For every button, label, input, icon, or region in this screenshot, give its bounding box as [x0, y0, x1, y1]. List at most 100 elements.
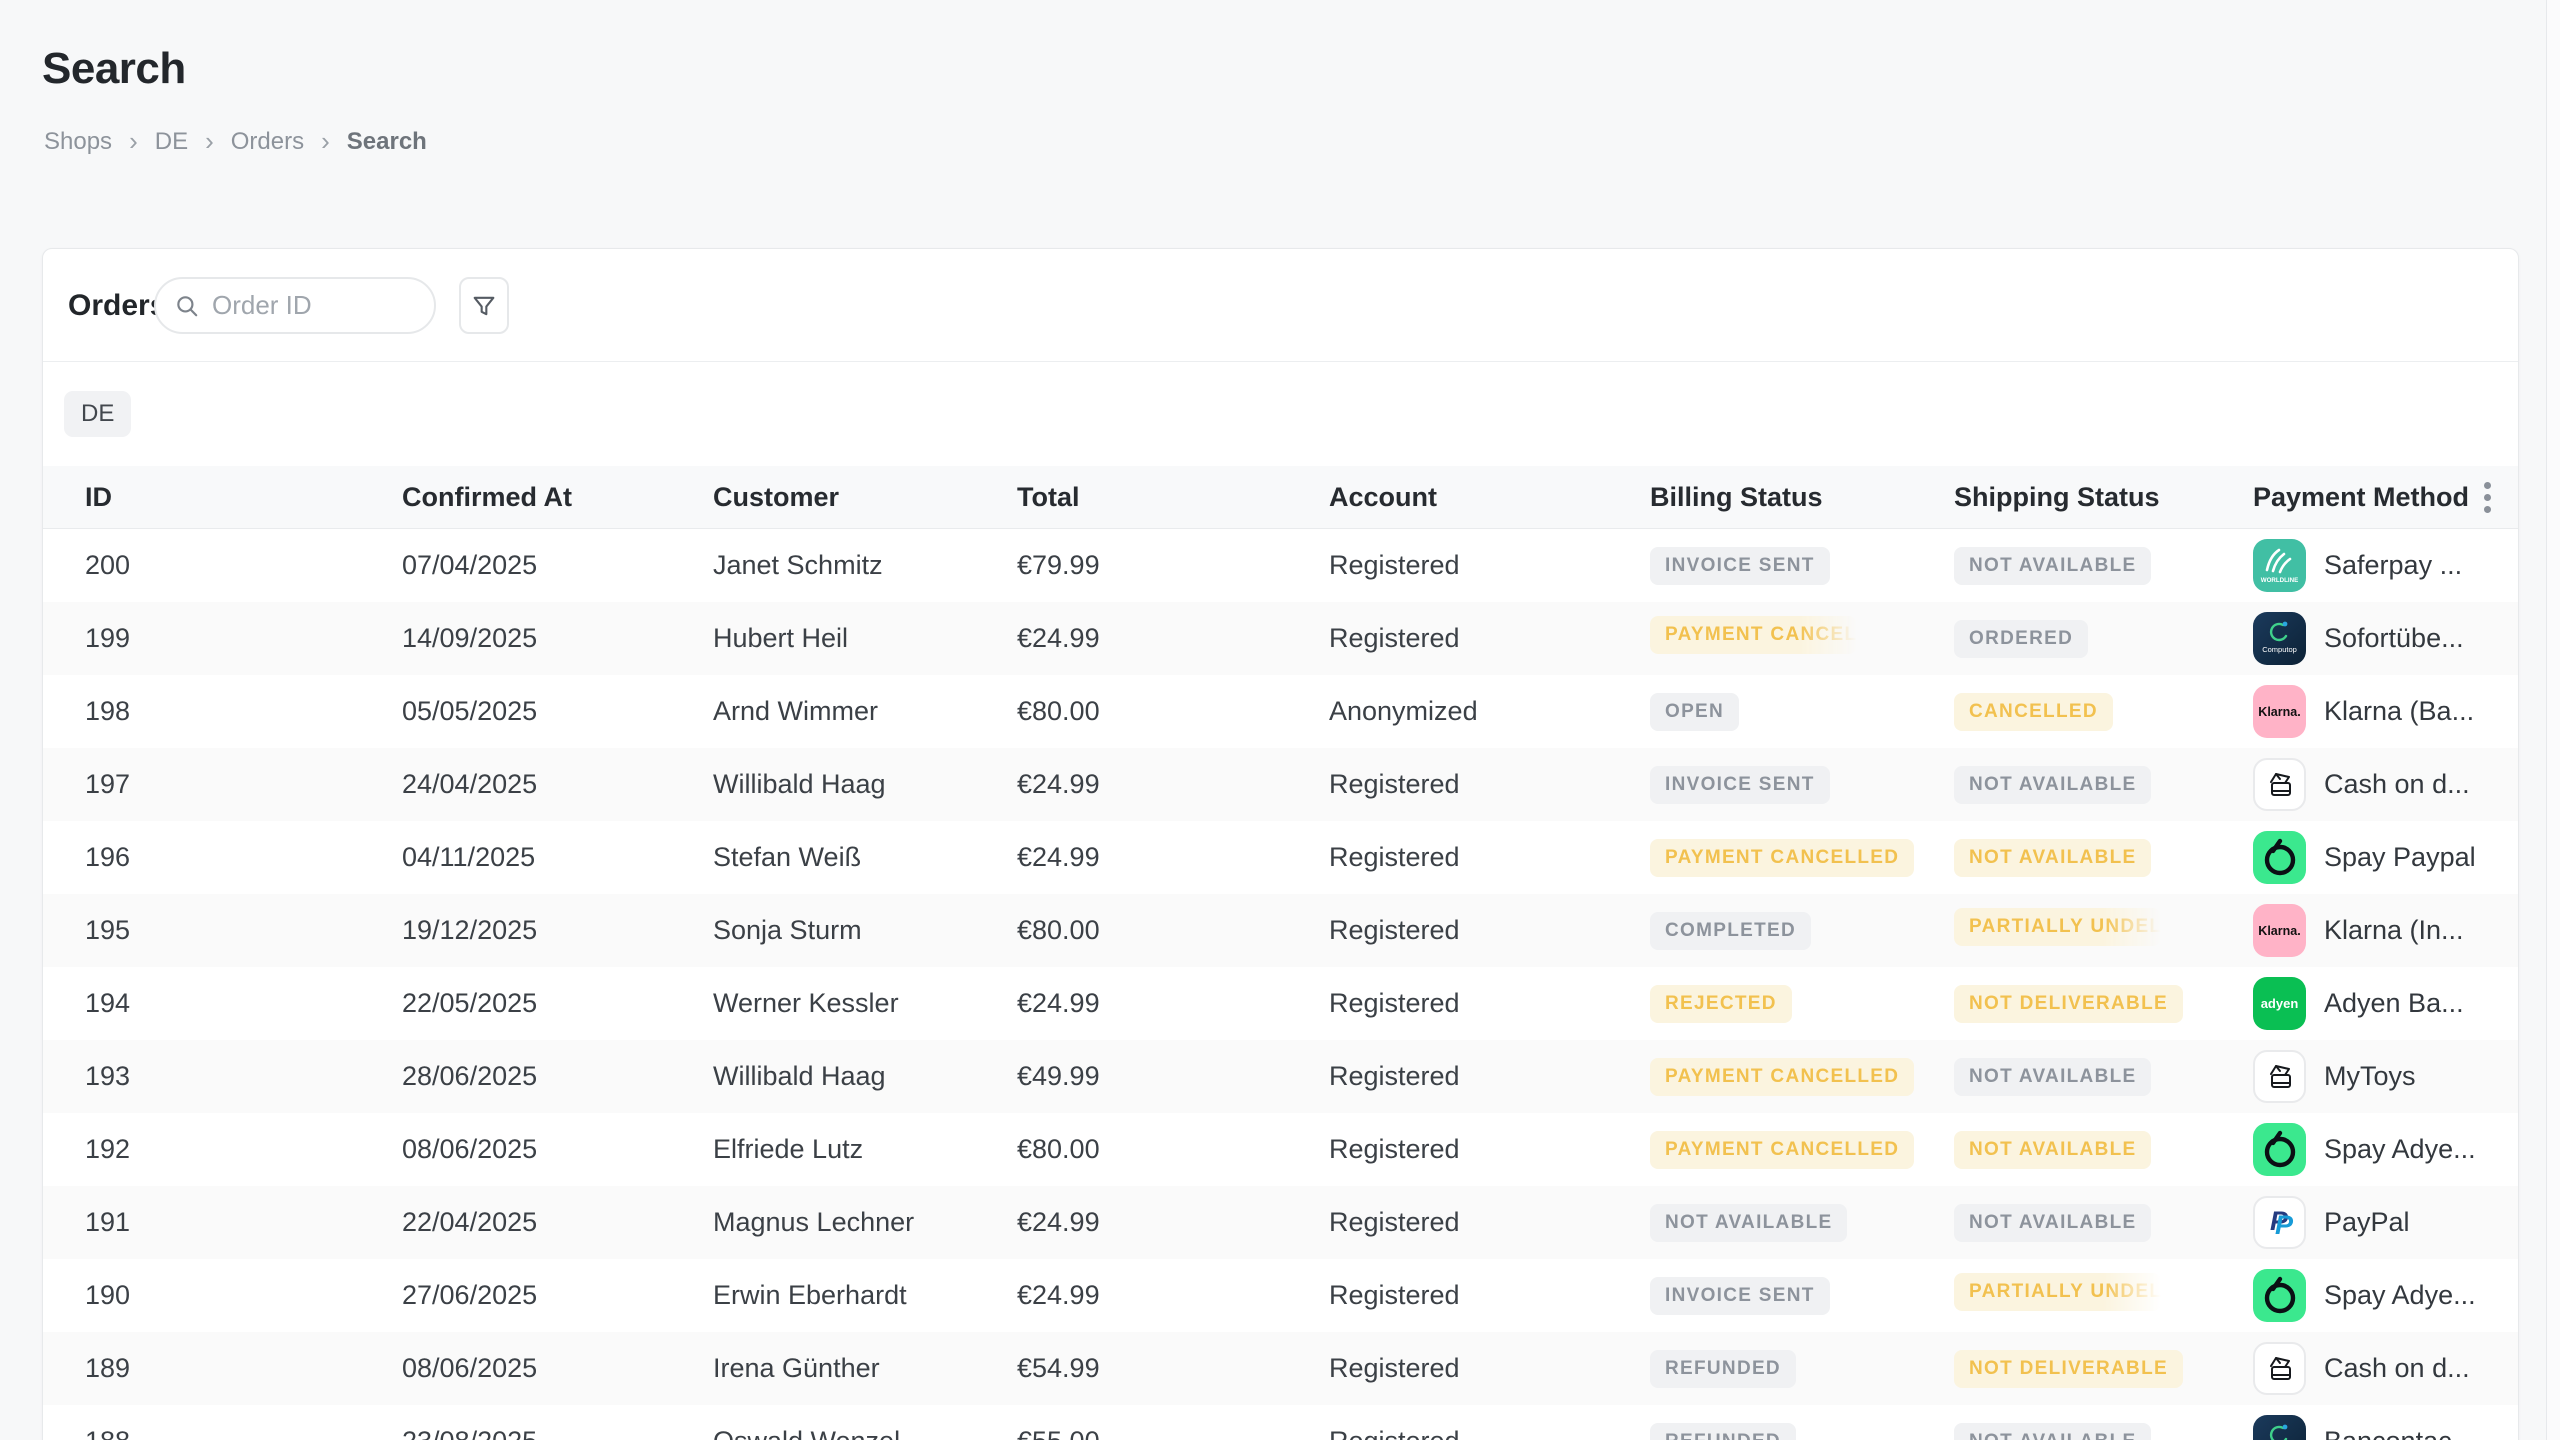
shipping-status-cell: NOT AVAILABLE — [1954, 1058, 2253, 1096]
shipping-status-cell: NOT DELIVERABLE — [1954, 985, 2253, 1023]
order-row-194[interactable]: 19422/05/2025Werner Kessler€24.99Registe… — [43, 967, 2518, 1040]
billing-status-badge: REJECTED — [1650, 985, 1792, 1023]
account-type: Registered — [1329, 1134, 1650, 1165]
billing-status-badge: INVOICE SENT — [1650, 547, 1830, 585]
order-id: 200 — [85, 550, 402, 581]
order-row-195[interactable]: 19519/12/2025Sonja Sturm€80.00Registered… — [43, 894, 2518, 967]
order-total: €24.99 — [1017, 623, 1329, 654]
account-type: Registered — [1329, 915, 1650, 946]
account-type: Registered — [1329, 1353, 1650, 1384]
customer-name: Elfriede Lutz — [713, 1134, 1017, 1165]
shipping-status-cell: NOT AVAILABLE — [1954, 1423, 2253, 1440]
billing-status-cell: COMPLETED — [1650, 912, 1954, 950]
payment-method-cell: adyen Adyen Ba... — [2253, 977, 2508, 1030]
cash-on-delivery-icon — [2253, 1342, 2306, 1395]
computop-icon: Computop — [2253, 612, 2306, 665]
active-filters-row: DE — [43, 362, 2518, 466]
orders-panel: Orders DE IDConfirmed AtCustomerTotalAcc… — [42, 248, 2519, 1440]
column-settings-kebab-icon[interactable] — [2470, 466, 2504, 529]
confirmed-at: 04/11/2025 — [402, 842, 713, 873]
page-scrollbar[interactable] — [2546, 0, 2560, 1440]
breadcrumb-separator-icon: › — [321, 128, 330, 154]
filter-tag-de[interactable]: DE — [64, 391, 131, 437]
order-id: 194 — [85, 988, 402, 1019]
confirmed-at: 07/04/2025 — [402, 550, 713, 581]
column-header-account[interactable]: Account — [1329, 482, 1650, 513]
payment-method-label: Spay Adye... — [2324, 1280, 2476, 1311]
confirmed-at: 22/05/2025 — [402, 988, 713, 1019]
shipping-status-badge: NOT AVAILABLE — [1954, 1423, 2151, 1440]
customer-name: Hubert Heil — [713, 623, 1017, 654]
billing-status-cell: PAYMENT CANCELLED — [1650, 1058, 1954, 1096]
shipping-status-cell: CANCELLED — [1954, 693, 2253, 731]
payment-method-label: Adyen Ba... — [2324, 988, 2464, 1019]
order-id: 189 — [85, 1353, 402, 1384]
order-row-190[interactable]: 19027/06/2025Erwin Eberhardt€24.99Regist… — [43, 1259, 2518, 1332]
payment-method-label: Saferpay ... — [2324, 550, 2462, 581]
order-total: €24.99 — [1017, 769, 1329, 800]
breadcrumb-separator-icon: › — [129, 128, 138, 154]
order-row-189[interactable]: 18908/06/2025Irena Günther€54.99Register… — [43, 1332, 2518, 1405]
paypal-icon: P P — [2253, 1196, 2306, 1249]
confirmed-at: 08/06/2025 — [402, 1353, 713, 1384]
payment-method-label: Klarna (Ba... — [2324, 696, 2474, 727]
order-id: 195 — [85, 915, 402, 946]
funnel-icon — [470, 292, 498, 320]
order-row-200[interactable]: 20007/04/2025Janet Schmitz€79.99Register… — [43, 529, 2518, 602]
breadcrumb-item-search: Search — [347, 128, 427, 156]
order-row-198[interactable]: 19805/05/2025Arnd Wimmer€80.00Anonymized… — [43, 675, 2518, 748]
shipping-status-cell: PARTIALLY UNDELIVERE — [1954, 908, 2253, 953]
breadcrumb-separator-icon: › — [205, 128, 214, 154]
payment-method-cell: Spay Adye... — [2253, 1123, 2508, 1176]
column-header-billing-status[interactable]: Billing Status — [1650, 482, 1954, 513]
order-row-199[interactable]: 19914/09/2025Hubert Heil€24.99Registered… — [43, 602, 2518, 675]
order-row-192[interactable]: 19208/06/2025Elfriede Lutz€80.00Register… — [43, 1113, 2518, 1186]
shipping-status-badge: NOT DELIVERABLE — [1954, 1350, 2183, 1388]
spay-icon — [2253, 1123, 2306, 1176]
filter-button[interactable] — [459, 277, 509, 334]
billing-status-cell: PAYMENT CANCELLED B — [1650, 616, 1954, 661]
customer-name: Willibald Haag — [713, 769, 1017, 800]
customer-name: Erwin Eberhardt — [713, 1280, 1017, 1311]
order-total: €80.00 — [1017, 915, 1329, 946]
order-row-188[interactable]: 18823/08/2025Oswald Wenzel€55.00Register… — [43, 1405, 2518, 1440]
column-header-confirmed-at[interactable]: Confirmed At — [402, 482, 713, 513]
shipping-status-badge: NOT AVAILABLE — [1954, 1058, 2151, 1096]
customer-name: Sonja Sturm — [713, 915, 1017, 946]
order-row-196[interactable]: 19604/11/2025Stefan Weiß€24.99Registered… — [43, 821, 2518, 894]
confirmed-at: 05/05/2025 — [402, 696, 713, 727]
panel-title: Orders — [68, 249, 166, 362]
breadcrumb-item-de[interactable]: DE — [155, 128, 188, 156]
spay-icon — [2253, 1269, 2306, 1322]
table-body: 20007/04/2025Janet Schmitz€79.99Register… — [43, 529, 2518, 1440]
confirmed-at: 27/06/2025 — [402, 1280, 713, 1311]
order-id: 197 — [85, 769, 402, 800]
column-header-customer[interactable]: Customer — [713, 482, 1017, 513]
account-type: Registered — [1329, 623, 1650, 654]
order-row-197[interactable]: 19724/04/2025Willibald Haag€24.99Registe… — [43, 748, 2518, 821]
payment-method-cell: Cash on d... — [2253, 758, 2508, 811]
shipping-status-cell: ORDERED — [1954, 620, 2253, 658]
order-total: €49.99 — [1017, 1061, 1329, 1092]
breadcrumb-item-shops[interactable]: Shops — [44, 128, 112, 156]
column-header-id[interactable]: ID — [85, 482, 402, 513]
billing-status-cell: PAYMENT CANCELLED — [1650, 839, 1954, 877]
shipping-status-badge: PARTIALLY UNDELIVERE — [1954, 1273, 2161, 1311]
order-total: €79.99 — [1017, 550, 1329, 581]
payment-method-cell: Spay Paypal — [2253, 831, 2508, 884]
order-id-search-input[interactable] — [212, 290, 416, 321]
klarna-icon: Klarna. — [2253, 904, 2306, 957]
adyen-icon: adyen — [2253, 977, 2306, 1030]
column-header-total[interactable]: Total — [1017, 482, 1329, 513]
spay-icon — [2253, 831, 2306, 884]
shipping-status-badge: NOT AVAILABLE — [1954, 839, 2151, 877]
breadcrumb-item-orders[interactable]: Orders — [231, 128, 304, 156]
payment-method-label: PayPal — [2324, 1207, 2410, 1238]
payment-method-cell: WORLDLINE Saferpay ... — [2253, 539, 2508, 592]
confirmed-at: 22/04/2025 — [402, 1207, 713, 1238]
billing-status-badge: REFUNDED — [1650, 1350, 1796, 1388]
column-header-shipping-status[interactable]: Shipping Status — [1954, 482, 2253, 513]
order-row-193[interactable]: 19328/06/2025Willibald Haag€49.99Registe… — [43, 1040, 2518, 1113]
order-total: €24.99 — [1017, 988, 1329, 1019]
order-row-191[interactable]: 19122/04/2025Magnus Lechner€24.99Registe… — [43, 1186, 2518, 1259]
